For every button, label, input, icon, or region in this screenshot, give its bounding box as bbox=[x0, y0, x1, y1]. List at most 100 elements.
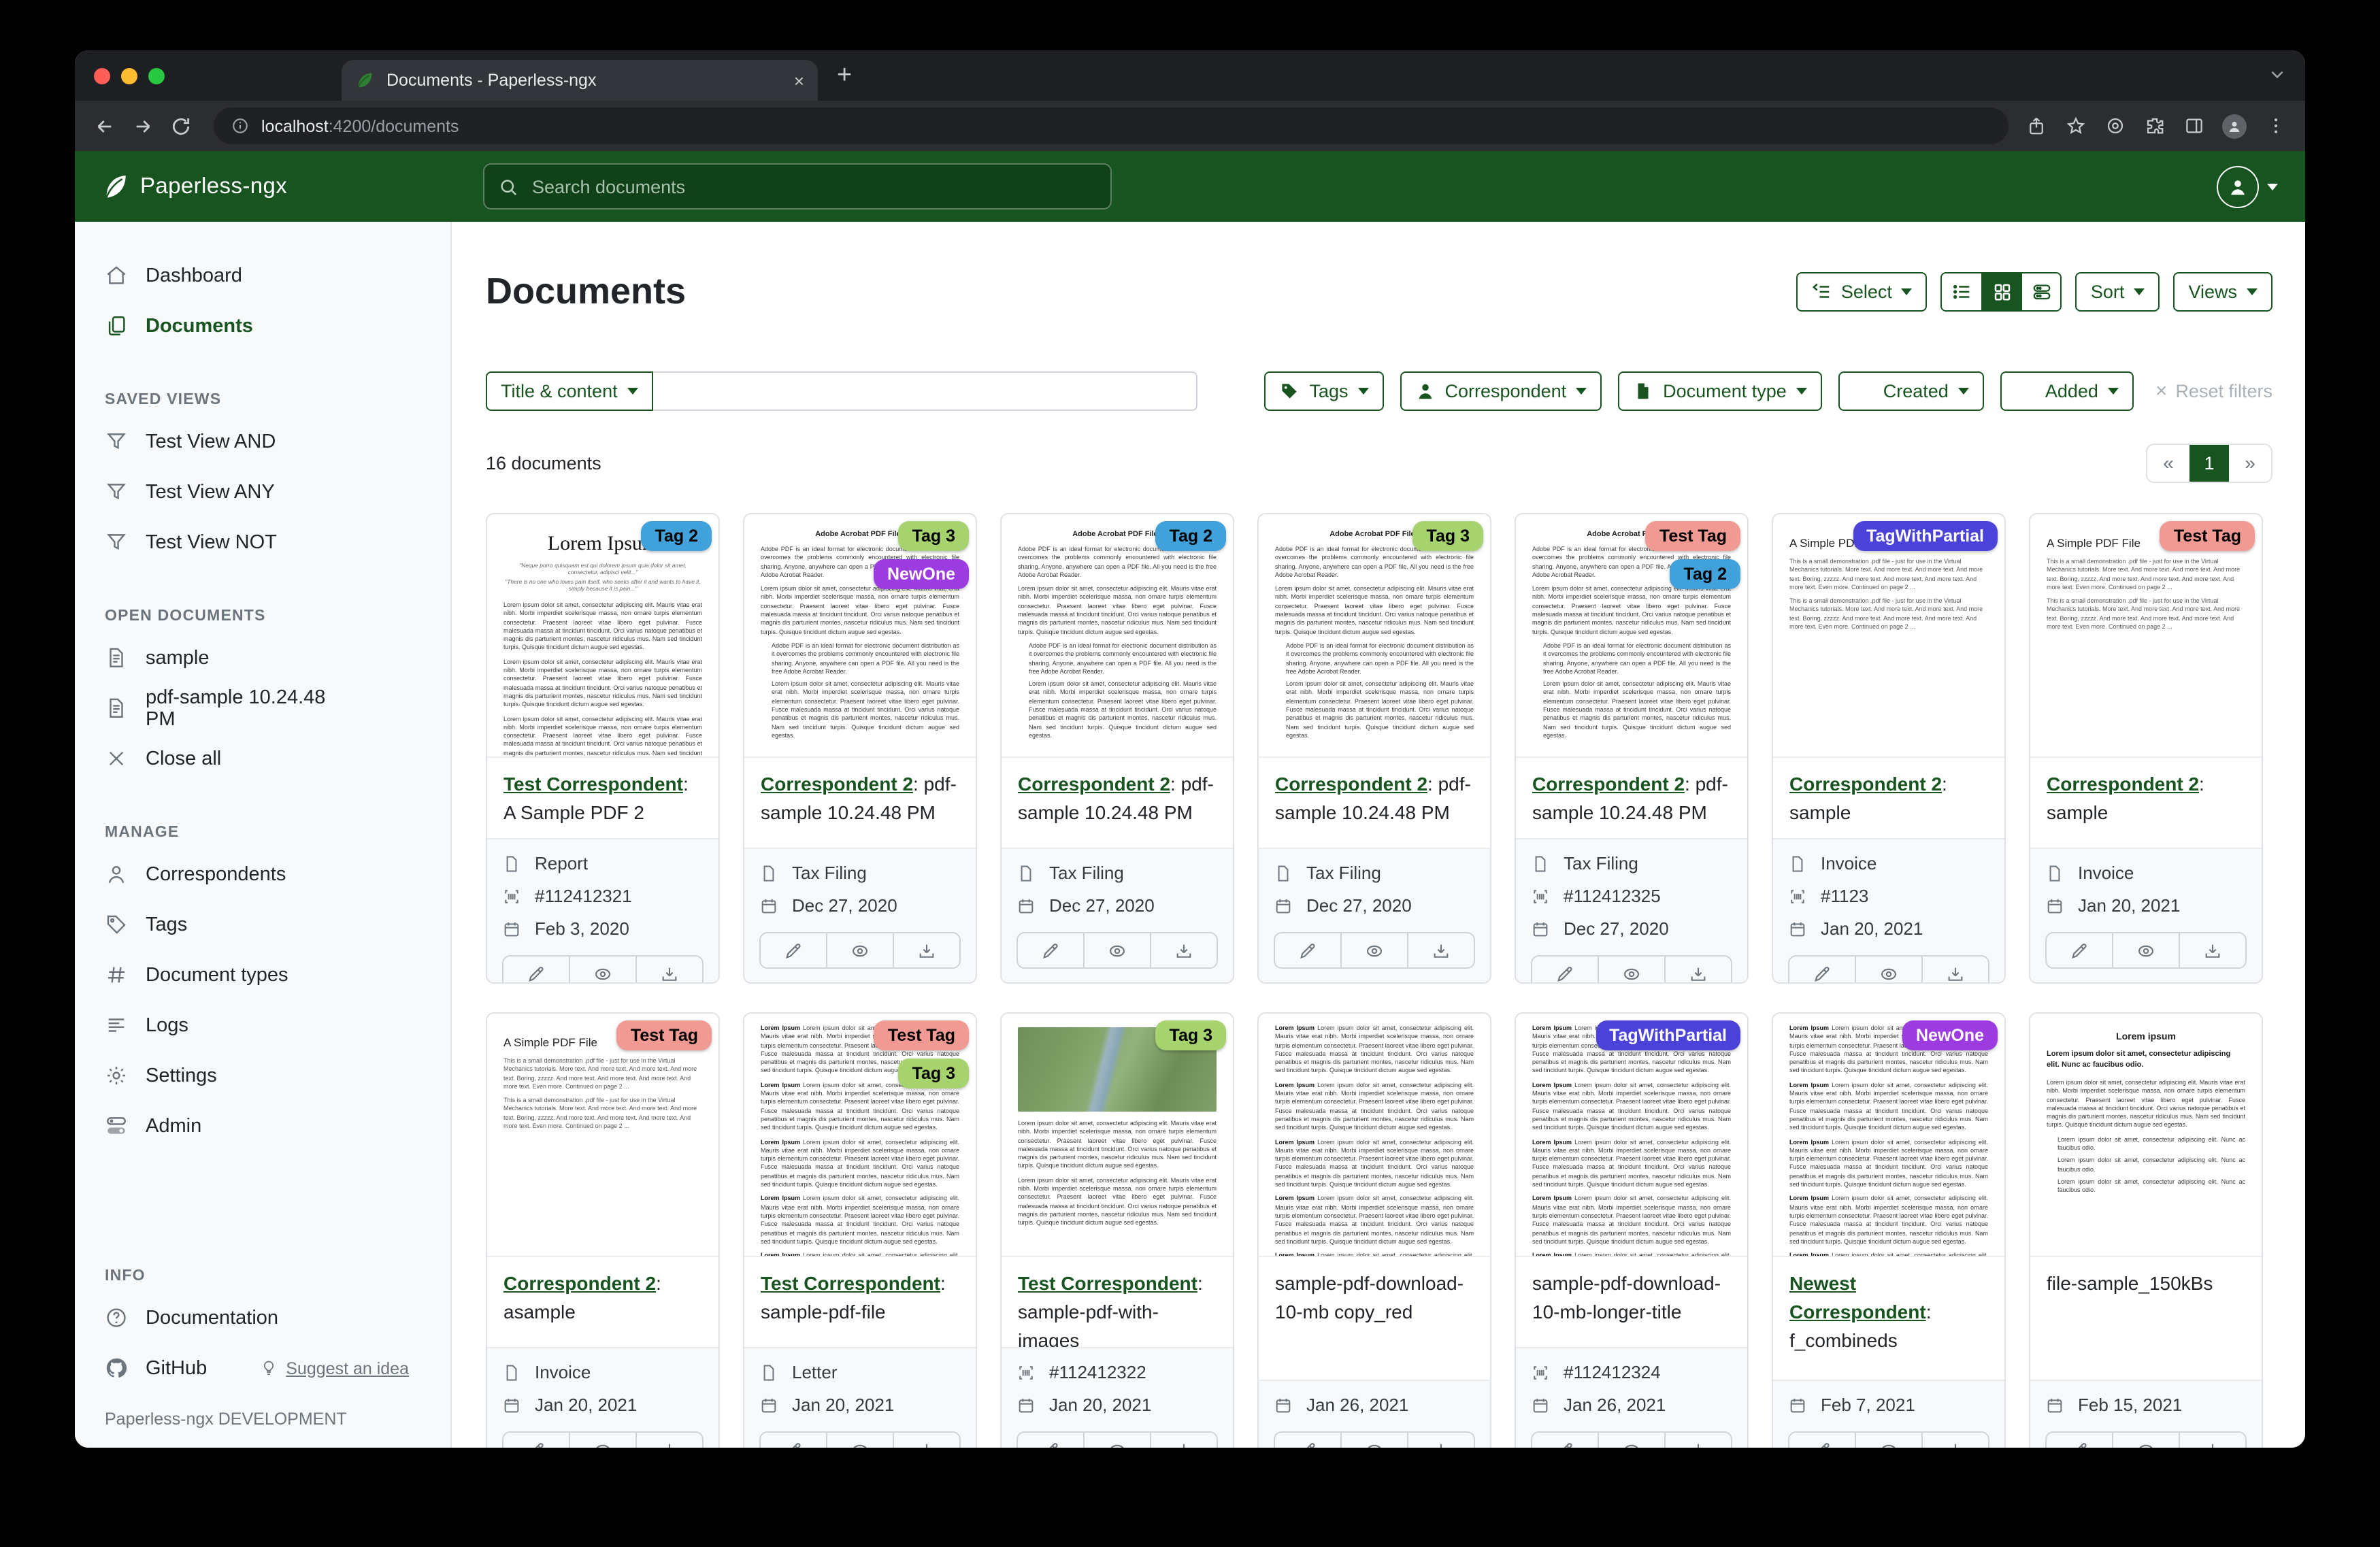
sidebar-item-dashboard[interactable]: Dashboard bbox=[75, 250, 450, 301]
tag-badge[interactable]: Tag 3 bbox=[1413, 521, 1483, 551]
sidebar-item-pdf-sample-10-24-48-pm[interactable]: pdf-sample 10.24.48 PM bbox=[75, 683, 450, 733]
sidebar-item-test-view-and[interactable]: Test View AND bbox=[75, 416, 450, 467]
edit-button[interactable] bbox=[503, 1433, 569, 1448]
edit-button[interactable] bbox=[2047, 1433, 2112, 1448]
sidebar-item-documentation[interactable]: Documentation bbox=[75, 1293, 450, 1343]
filter-field-dropdown[interactable]: Title & content bbox=[486, 371, 653, 411]
global-search[interactable] bbox=[483, 163, 1112, 210]
browser-tab[interactable]: Documents - Paperless-ngx × bbox=[342, 60, 818, 101]
sidebar-item-extra-link[interactable]: Suggest an idea bbox=[260, 1359, 409, 1378]
correspondent-link[interactable]: Correspondent 2 bbox=[1789, 773, 1942, 795]
site-info-icon[interactable] bbox=[231, 117, 249, 135]
view-button[interactable] bbox=[569, 957, 635, 984]
correspondent-link[interactable]: Correspondent 2 bbox=[503, 1272, 656, 1294]
download-button[interactable] bbox=[1150, 1433, 1217, 1448]
app-brand[interactable]: Paperless-ngx bbox=[101, 173, 287, 200]
correspondent-link[interactable]: Newest Correspondent bbox=[1789, 1272, 1926, 1323]
filter-tags-button[interactable]: Tags bbox=[1264, 371, 1383, 411]
back-button[interactable] bbox=[88, 110, 121, 142]
address-bar[interactable]: localhost:4200/documents bbox=[214, 107, 2009, 144]
sidebar-item-extra-link[interactable] bbox=[408, 699, 434, 717]
document-thumbnail[interactable]: Lorem Ipsum Lorem ipsum dolor sit amet, … bbox=[1516, 1014, 1747, 1257]
view-button[interactable] bbox=[1598, 957, 1664, 984]
tag-badge[interactable]: Test Tag bbox=[2160, 521, 2255, 551]
sidebar-item-extra-link[interactable] bbox=[339, 865, 365, 883]
tab-close-icon[interactable]: × bbox=[794, 70, 804, 90]
previous-page-button[interactable]: « bbox=[2147, 444, 2189, 481]
tag-badge[interactable]: Tag 3 bbox=[899, 521, 969, 551]
views-button[interactable]: Views bbox=[2173, 271, 2272, 311]
tag-badge[interactable]: Tag 2 bbox=[642, 521, 712, 551]
edit-button[interactable] bbox=[1532, 957, 1598, 984]
forward-button[interactable] bbox=[127, 110, 159, 142]
download-button[interactable] bbox=[1664, 1433, 1731, 1448]
tag-badge[interactable]: Tag 2 bbox=[1670, 559, 1740, 589]
sidebar-item-test-view-any[interactable]: Test View ANY bbox=[75, 467, 450, 517]
browser-profile-avatar[interactable] bbox=[2222, 114, 2247, 138]
view-button[interactable] bbox=[1855, 957, 1921, 984]
view-button[interactable] bbox=[1083, 933, 1150, 967]
filter-added-button[interactable]: Added bbox=[2000, 371, 2134, 411]
tag-badge[interactable]: NewOne bbox=[874, 559, 969, 589]
edit-button[interactable] bbox=[1018, 933, 1083, 967]
view-button[interactable] bbox=[826, 1433, 893, 1448]
download-button[interactable] bbox=[2179, 1433, 2245, 1448]
download-button[interactable] bbox=[635, 1433, 702, 1448]
filter-created-button[interactable]: Created bbox=[1838, 371, 1984, 411]
view-button[interactable] bbox=[2112, 1433, 2179, 1448]
sidebar-item-settings[interactable]: Settings bbox=[75, 1050, 450, 1101]
filter-document-type-button[interactable]: Document type bbox=[1618, 371, 1822, 411]
tag-badge[interactable]: Tag 3 bbox=[1156, 1020, 1226, 1050]
tag-badge[interactable]: Tag 2 bbox=[1156, 521, 1226, 551]
tag-badge[interactable]: Test Tag bbox=[1646, 521, 1740, 551]
detail-view-button[interactable] bbox=[2021, 273, 2061, 310]
list-view-button[interactable] bbox=[1943, 273, 1982, 310]
sidebar-item-extra-link[interactable] bbox=[242, 1016, 267, 1034]
view-button[interactable] bbox=[1340, 933, 1407, 967]
tag-badge[interactable]: Test Tag bbox=[617, 1020, 712, 1050]
edit-button[interactable] bbox=[761, 1433, 826, 1448]
download-button[interactable] bbox=[893, 1433, 959, 1448]
sidebar-item-extra-link[interactable] bbox=[254, 1117, 280, 1135]
grid-view-button[interactable] bbox=[1982, 273, 2021, 310]
extensions-puzzle-icon[interactable] bbox=[2143, 115, 2165, 137]
view-button[interactable] bbox=[1598, 1433, 1664, 1448]
download-button[interactable] bbox=[1407, 933, 1474, 967]
sidebar-item-documents[interactable]: Documents bbox=[75, 301, 450, 351]
correspondent-link[interactable]: Correspondent 2 bbox=[1275, 773, 1427, 795]
edit-button[interactable] bbox=[1018, 1433, 1083, 1448]
edit-button[interactable] bbox=[1532, 1433, 1598, 1448]
document-thumbnail[interactable]: A Simple PDF FileThis is a small demonst… bbox=[487, 1014, 718, 1257]
edit-button[interactable] bbox=[503, 957, 569, 984]
side-panel-icon[interactable] bbox=[2183, 115, 2204, 137]
download-button[interactable] bbox=[1150, 933, 1217, 967]
document-thumbnail[interactable]: Adobe Acrobat PDF FilesAdobe PDF is an i… bbox=[1259, 514, 1490, 758]
document-thumbnail[interactable]: Lorem Ipsum Lorem ipsum dolor sit amet, … bbox=[744, 1014, 976, 1257]
sidebar-item-admin[interactable]: Admin bbox=[75, 1101, 450, 1151]
tag-badge[interactable]: TagWithPartial bbox=[1596, 1020, 1740, 1050]
correspondent-link[interactable]: Correspondent 2 bbox=[1018, 773, 1170, 795]
reload-button[interactable] bbox=[165, 110, 197, 142]
download-button[interactable] bbox=[1921, 1433, 1988, 1448]
extension-badge-icon[interactable] bbox=[2104, 115, 2126, 137]
edit-button[interactable] bbox=[1275, 1433, 1340, 1448]
edit-button[interactable] bbox=[1789, 957, 1855, 984]
sidebar-item-document-types[interactable]: Document types bbox=[75, 950, 450, 1000]
correspondent-link[interactable]: Correspondent 2 bbox=[1532, 773, 1685, 795]
sort-button[interactable]: Sort bbox=[2076, 271, 2160, 311]
download-button[interactable] bbox=[2179, 933, 2245, 967]
document-thumbnail[interactable]: Lorem Ipsum"Neque porro quisquam est qui… bbox=[487, 514, 718, 758]
document-thumbnail[interactable]: Adobe Acrobat PDF FilesAdobe PDF is an i… bbox=[1516, 514, 1747, 758]
new-tab-button[interactable]: + bbox=[837, 61, 852, 90]
view-button[interactable] bbox=[2112, 933, 2179, 967]
tab-overflow-chevron-icon[interactable] bbox=[2268, 65, 2286, 83]
view-button[interactable] bbox=[1855, 1433, 1921, 1448]
view-button[interactable] bbox=[569, 1433, 635, 1448]
document-thumbnail[interactable]: A Simple PDF FileThis is a small demonst… bbox=[2030, 514, 2262, 758]
sidebar-item-extra-link[interactable] bbox=[295, 267, 321, 284]
sidebar-item-extra-link[interactable] bbox=[240, 916, 266, 933]
minimize-window-button[interactable] bbox=[121, 67, 137, 84]
view-button[interactable] bbox=[1083, 1433, 1150, 1448]
correspondent-link[interactable]: Test Correspondent bbox=[1018, 1272, 1197, 1294]
sidebar-item-sample[interactable]: sample bbox=[75, 633, 450, 683]
